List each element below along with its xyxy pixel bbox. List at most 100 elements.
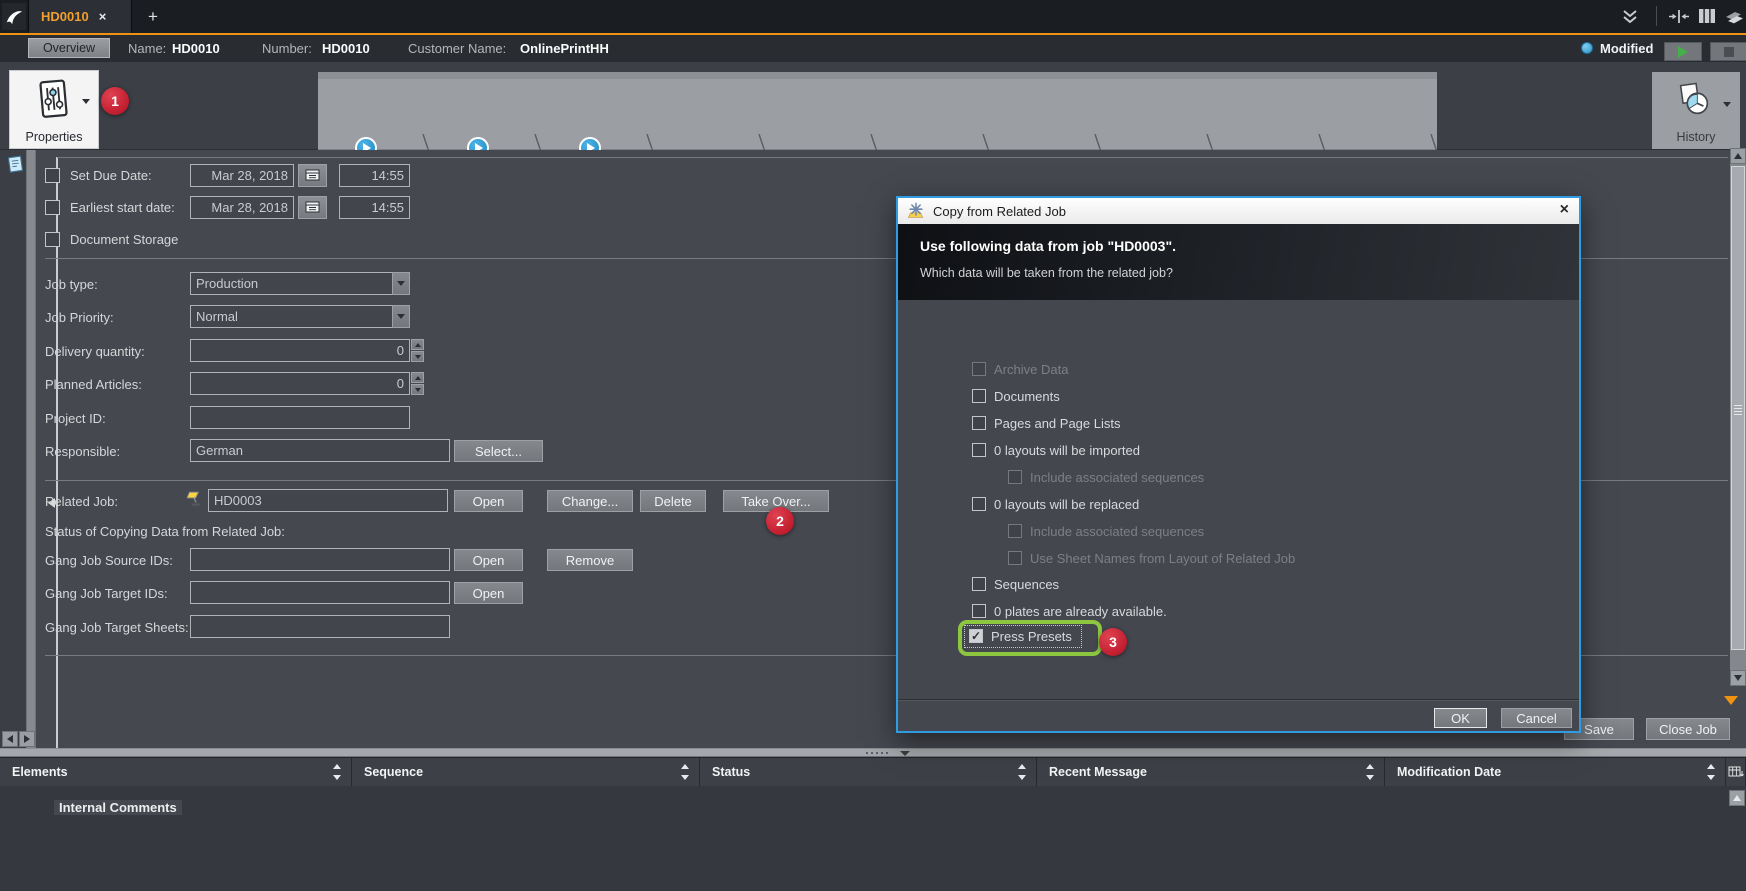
- dialog-app-icon: [907, 202, 925, 220]
- option-layouts-replaced[interactable]: 0 layouts will be replaced: [972, 494, 1139, 514]
- option-use-sheet-names: Use Sheet Names from Layout of Related J…: [1008, 548, 1295, 568]
- collapse-panels-icon[interactable]: [1668, 9, 1690, 24]
- gang-sheets-label: Gang Job Target Sheets:: [45, 620, 189, 635]
- document-storage-checkbox[interactable]: [45, 232, 60, 247]
- delivery-quantity-field[interactable]: [190, 339, 410, 362]
- option-include-sequences-1: Include associated sequences: [1008, 467, 1204, 487]
- sort-icon[interactable]: [681, 764, 690, 780]
- job-priority-select[interactable]: Normal: [190, 305, 393, 328]
- documents-checkbox[interactable]: [972, 389, 986, 403]
- earliest-time-field[interactable]: [339, 196, 410, 219]
- scroll-right-button[interactable]: [19, 731, 35, 747]
- elements-table-header: Elements Sequence Status Recent Message …: [0, 757, 1746, 786]
- horizontal-splitter[interactable]: [0, 748, 1746, 757]
- scroll-up-button[interactable]: [1730, 148, 1746, 164]
- properties-dropdown-icon[interactable]: [82, 99, 90, 104]
- option-documents[interactable]: Documents: [972, 386, 1060, 406]
- column-header-status[interactable]: Status: [700, 758, 1037, 786]
- delivery-quantity-down-button[interactable]: [411, 351, 424, 362]
- splitter-grip[interactable]: [866, 752, 868, 754]
- option-layouts-imported[interactable]: 0 layouts will be imported: [972, 440, 1140, 460]
- splitter-collapse-icon[interactable]: [900, 751, 910, 756]
- table-config-icon[interactable]: [1728, 765, 1744, 779]
- due-date-field[interactable]: [190, 164, 294, 187]
- related-job-delete-button[interactable]: Delete: [640, 490, 706, 512]
- gang-sheets-field[interactable]: [190, 615, 450, 638]
- planned-articles-up-button[interactable]: [411, 372, 424, 383]
- tab-hd0010[interactable]: HD0010 ×: [28, 0, 132, 33]
- overview-button[interactable]: Overview: [28, 38, 110, 58]
- scroll-left-button[interactable]: [2, 731, 18, 747]
- dialog-title-bar[interactable]: Copy from Related Job ×: [898, 198, 1579, 224]
- due-date-calendar-button[interactable]: [298, 164, 327, 187]
- close-job-button[interactable]: Close Job: [1646, 718, 1730, 740]
- delivery-quantity-up-button[interactable]: [411, 339, 424, 350]
- dialog-close-icon[interactable]: ×: [1560, 201, 1569, 219]
- job-type-select[interactable]: Production: [190, 272, 393, 295]
- table-config-cell[interactable]: [1726, 758, 1746, 786]
- sort-icon[interactable]: [1707, 764, 1716, 780]
- plates-available-checkbox[interactable]: [972, 604, 986, 618]
- scroll-down-button[interactable]: [1730, 670, 1746, 686]
- gang-target-open-button[interactable]: Open: [454, 582, 523, 604]
- column-header-recent-message[interactable]: Recent Message: [1037, 758, 1385, 786]
- table-scroll-up-button[interactable]: [1729, 790, 1745, 806]
- project-id-field[interactable]: [190, 406, 410, 429]
- set-due-date-checkbox[interactable]: [45, 168, 60, 183]
- gang-source-remove-button[interactable]: Remove: [547, 549, 633, 571]
- layouts-replaced-checkbox[interactable]: [972, 497, 986, 511]
- annotation-badge-3: 3: [1099, 628, 1127, 656]
- planned-articles-down-button[interactable]: [411, 384, 424, 395]
- job-type-dropdown-button[interactable]: [392, 272, 410, 295]
- tab-close-icon[interactable]: ×: [99, 9, 107, 24]
- columns-view-icon[interactable]: [1698, 8, 1716, 24]
- select-responsible-button[interactable]: Select...: [454, 440, 543, 462]
- start-processing-button[interactable]: [1664, 42, 1702, 61]
- sort-icon[interactable]: [1366, 764, 1375, 780]
- cancel-button[interactable]: Cancel: [1501, 708, 1572, 728]
- new-tab-button[interactable]: +: [140, 5, 166, 29]
- earliest-start-checkbox[interactable]: [45, 200, 60, 215]
- history-button[interactable]: History: [1652, 72, 1740, 149]
- related-job-field[interactable]: [208, 489, 448, 512]
- stop-processing-button[interactable]: [1710, 42, 1746, 61]
- column-header-modification-date[interactable]: Modification Date: [1385, 758, 1726, 786]
- chevron-double-down-icon[interactable]: [1622, 9, 1638, 24]
- planned-articles-field[interactable]: [190, 372, 410, 395]
- properties-button[interactable]: Properties: [9, 70, 99, 149]
- expand-panel-icon[interactable]: [1724, 696, 1738, 705]
- sort-icon[interactable]: [1018, 764, 1027, 780]
- notes-icon[interactable]: [6, 154, 26, 174]
- sort-icon[interactable]: [333, 764, 342, 780]
- gang-source-open-button[interactable]: Open: [454, 549, 523, 571]
- column-header-elements[interactable]: Elements: [0, 758, 352, 786]
- vertical-scrollbar[interactable]: [1730, 148, 1746, 686]
- option-sequences[interactable]: Sequences: [972, 574, 1059, 594]
- gang-source-field[interactable]: [190, 548, 450, 571]
- earliest-date-calendar-button[interactable]: [298, 196, 327, 219]
- due-time-field[interactable]: [339, 164, 410, 187]
- column-label: Recent Message: [1049, 765, 1147, 779]
- scrollbar-thumb[interactable]: [1731, 166, 1745, 650]
- option-plates-available[interactable]: 0 plates are already available.: [972, 601, 1167, 621]
- history-label: History: [1652, 130, 1740, 144]
- annotation-badge-2: 2: [766, 507, 794, 535]
- stacked-panes-icon[interactable]: [1724, 8, 1744, 24]
- gang-target-field[interactable]: [190, 581, 450, 604]
- related-job-open-button[interactable]: Open: [454, 490, 523, 512]
- history-dropdown-icon[interactable]: [1723, 102, 1731, 107]
- related-job-change-button[interactable]: Change...: [547, 490, 633, 512]
- ok-button[interactable]: OK: [1434, 708, 1487, 728]
- column-header-sequence[interactable]: Sequence: [352, 758, 700, 786]
- properties-label: Properties: [10, 130, 98, 144]
- option-pages-page-lists[interactable]: Pages and Page Lists: [972, 413, 1120, 433]
- job-priority-dropdown-button[interactable]: [392, 305, 410, 328]
- sequences-checkbox[interactable]: [972, 577, 986, 591]
- responsible-field[interactable]: [190, 439, 450, 462]
- layouts-imported-checkbox[interactable]: [972, 443, 986, 457]
- elements-table-body[interactable]: [0, 786, 1746, 891]
- column-label: Status: [712, 765, 750, 779]
- earliest-date-field[interactable]: [190, 196, 294, 219]
- left-splitter[interactable]: [26, 150, 36, 748]
- pages-checkbox[interactable]: [972, 416, 986, 430]
